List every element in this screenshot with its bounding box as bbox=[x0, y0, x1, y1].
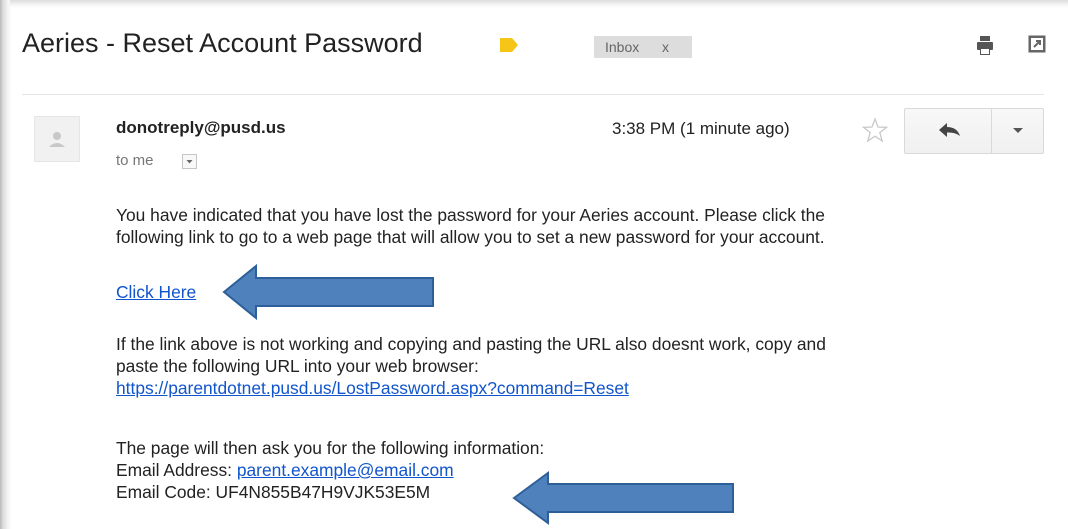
reset-url-row: https://parentdotnet.pusd.us/LostPasswor… bbox=[116, 377, 629, 399]
subject-row: Aeries - Reset Account Password Inbox x bbox=[22, 26, 1052, 66]
remove-label-button[interactable]: x bbox=[662, 36, 669, 58]
reply-button[interactable] bbox=[905, 109, 991, 153]
email-code-line: Email Code: UF4N855B47H9VJK53E5M bbox=[116, 482, 431, 502]
click-here-link-row: Click Here bbox=[116, 281, 196, 303]
email-address-row: Email Address: parent.example@email.com bbox=[116, 459, 454, 481]
header-divider bbox=[22, 94, 1044, 95]
chevron-down-icon bbox=[186, 160, 193, 164]
star-icon[interactable] bbox=[862, 117, 888, 143]
popout-icon[interactable] bbox=[1028, 35, 1046, 53]
body-paragraph-1-line-2: following link to go to a web page that … bbox=[116, 227, 825, 247]
person-icon bbox=[49, 132, 65, 147]
reply-button-group bbox=[904, 108, 1044, 154]
email-address-link[interactable]: parent.example@email.com bbox=[237, 460, 454, 480]
reply-icon bbox=[939, 123, 960, 137]
label-tag-icon[interactable] bbox=[500, 38, 518, 52]
recipient-text: to me bbox=[116, 152, 154, 169]
more-actions-button[interactable] bbox=[991, 109, 1044, 153]
chevron-down-icon bbox=[1013, 128, 1023, 133]
print-icon[interactable] bbox=[976, 34, 994, 56]
email-timestamp: 3:38 PM (1 minute ago) bbox=[612, 119, 790, 138]
email-subject: Aeries - Reset Account Password bbox=[22, 28, 423, 58]
reset-url-link[interactable]: https://parentdotnet.pusd.us/LostPasswor… bbox=[116, 378, 629, 398]
sender-address[interactable]: donotreply@pusd.us bbox=[116, 118, 286, 138]
window-shadow-left bbox=[0, 0, 12, 529]
body-paragraph-3-line-1: The page will then ask you for the follo… bbox=[116, 438, 545, 458]
body-paragraph-2-line-2: paste the following URL into your web br… bbox=[116, 356, 479, 376]
arrow-left-icon bbox=[512, 471, 734, 525]
email-address-label: Email Address: bbox=[116, 460, 232, 480]
window-shadow-top bbox=[10, 0, 1068, 8]
body-paragraph-1-line-1: You have indicated that you have lost th… bbox=[116, 205, 825, 225]
show-details-button[interactable] bbox=[182, 154, 197, 169]
click-here-link[interactable]: Click Here bbox=[116, 282, 196, 302]
arrow-left-icon bbox=[222, 264, 434, 320]
sender-avatar bbox=[34, 116, 80, 162]
inbox-label-chip[interactable]: Inbox x bbox=[594, 36, 692, 58]
body-paragraph-2-line-1: If the link above is not working and cop… bbox=[116, 334, 826, 354]
inbox-label-text: Inbox bbox=[605, 39, 640, 55]
